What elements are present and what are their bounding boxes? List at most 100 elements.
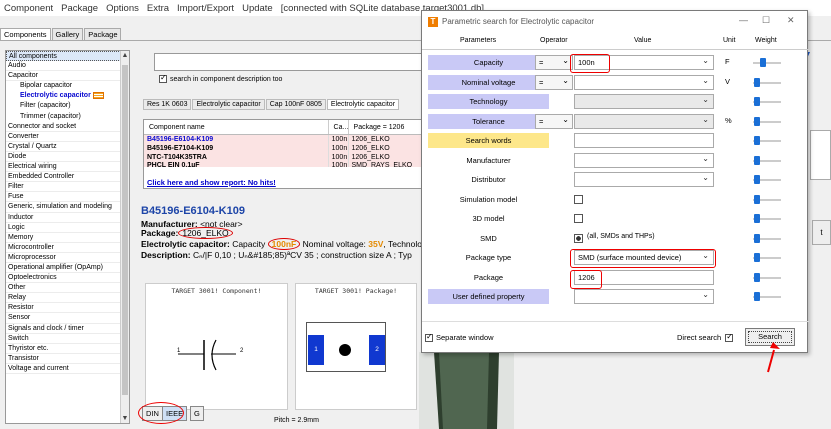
category-item[interactable]: Optoelectronics [6, 273, 129, 284]
weight-slider[interactable] [753, 58, 781, 67]
param-value-field[interactable] [574, 74, 714, 90]
weight-slider[interactable] [753, 116, 781, 126]
category-item[interactable]: Capacitor [6, 71, 129, 82]
category-subitem[interactable]: Trimmer (capacitor) [6, 112, 129, 122]
minimize-icon[interactable]: — [739, 15, 748, 25]
history-tab[interactable]: Cap 100nF 0805 [265, 99, 326, 110]
category-subitem-selected[interactable]: Electrolytic capacitor [6, 91, 129, 101]
scroll-down-icon[interactable]: ▼ [121, 415, 129, 422]
param-value-field[interactable] [574, 288, 714, 304]
weight-slider[interactable] [753, 97, 781, 106]
category-item[interactable]: Resistor [6, 303, 129, 314]
component-search-input[interactable] [154, 53, 424, 71]
table-row[interactable]: PHCL EIN 0,1µF 100n SMD_RAYS_ELKO [144, 162, 422, 167]
category-item[interactable]: Thyristor etc. [6, 344, 129, 354]
weight-slider[interactable] [753, 292, 781, 301]
category-scrollbar[interactable]: ▲ ▼ [120, 51, 129, 423]
weight-knob[interactable] [754, 97, 761, 106]
weight-knob[interactable] [754, 253, 761, 262]
operator-select[interactable]: = [535, 54, 573, 70]
category-item[interactable]: Relay [6, 293, 129, 304]
category-list[interactable]: All components Audio Capacitor Bipolar c… [5, 50, 130, 424]
category-item[interactable]: Signals and clock / timer [6, 324, 129, 334]
weight-knob[interactable] [754, 136, 761, 145]
report-link[interactable]: Click here and show report: No hits! [147, 178, 276, 187]
weight-knob[interactable] [754, 292, 761, 301]
category-item[interactable]: Voltage and current [6, 364, 129, 374]
separate-window-toggle[interactable]: Separate window [425, 332, 494, 342]
table-row[interactable]: NTC-T104K35TRA 100n 1206_ELKO [144, 153, 422, 162]
3d-view[interactable] [419, 352, 514, 429]
category-item[interactable]: Logic [6, 223, 129, 233]
scroll-thumb[interactable] [122, 65, 128, 395]
param-checkbox[interactable] [574, 194, 583, 204]
weight-knob[interactable] [754, 116, 761, 126]
category-item[interactable]: Embedded Controller [6, 172, 129, 183]
category-item[interactable]: Diode [6, 152, 129, 163]
weight-slider[interactable] [753, 272, 781, 282]
category-item[interactable]: Sensor [6, 313, 129, 324]
desc-search-toggle[interactable]: search in component description too [159, 73, 282, 83]
weight-knob[interactable] [754, 77, 761, 87]
history-tab[interactable]: Electrolytic capacitor [192, 99, 265, 110]
param-value-field[interactable] [574, 152, 714, 168]
weight-slider[interactable] [753, 136, 781, 145]
weight-slider[interactable] [753, 77, 781, 87]
direct-search-checkbox[interactable] [725, 332, 734, 342]
history-tab[interactable]: Res 1K 0603 [143, 99, 192, 110]
category-subitem[interactable]: Filter (capacitor) [6, 101, 129, 111]
menu-update[interactable]: Update [242, 3, 273, 14]
separate-window-checkbox[interactable] [425, 332, 433, 342]
category-item[interactable]: Audio [6, 61, 129, 72]
weight-slider[interactable] [753, 233, 781, 243]
menu-package[interactable]: Package [61, 3, 98, 14]
category-item[interactable]: Operational amplifier (OpAmp) [6, 263, 129, 274]
category-item[interactable]: Electrical wiring [6, 162, 129, 173]
weight-slider[interactable] [753, 155, 781, 165]
category-item[interactable]: Crystal / Quartz [6, 142, 129, 152]
tab-components[interactable]: Components [0, 28, 51, 40]
param-value-field[interactable] [574, 113, 714, 129]
col-header-capacity[interactable]: Ca... [329, 120, 349, 134]
weight-knob[interactable] [754, 272, 761, 282]
weight-knob[interactable] [754, 155, 761, 165]
category-item[interactable]: Generic, simulation and modeling [6, 202, 129, 213]
menu-component[interactable]: Component [4, 3, 53, 14]
category-item[interactable]: Other [6, 283, 129, 294]
scroll-up-icon[interactable]: ▲ [121, 52, 129, 59]
param-value-field[interactable] [574, 171, 714, 187]
weight-knob[interactable] [754, 233, 761, 243]
col-header-package[interactable]: Package = 1206 [349, 120, 422, 134]
weight-knob[interactable] [754, 214, 761, 223]
side-scroll-panel[interactable] [810, 130, 831, 180]
operator-select[interactable]: = [535, 113, 573, 129]
category-item[interactable]: Switch [6, 334, 129, 344]
category-item[interactable]: Connector and socket [6, 122, 129, 132]
weight-slider[interactable] [753, 253, 781, 262]
g-button[interactable]: G [190, 406, 204, 421]
tab-package[interactable]: Package [84, 28, 122, 40]
desc-search-checkbox[interactable] [159, 73, 167, 83]
param-value-field[interactable] [574, 93, 714, 109]
menu-extra[interactable]: Extra [147, 3, 169, 14]
weight-slider[interactable] [753, 214, 781, 223]
close-icon[interactable]: ✕ [787, 15, 795, 26]
category-item[interactable]: Transistor [6, 354, 129, 364]
col-header-name[interactable]: Component name [144, 120, 329, 134]
operator-select[interactable]: = [535, 74, 573, 90]
weight-slider[interactable] [753, 194, 781, 204]
weight-knob[interactable] [754, 175, 761, 184]
table-row[interactable]: B45196-E6104-K109 100n 1206_ELKO [144, 135, 422, 144]
param-value-field[interactable] [574, 133, 714, 148]
category-item[interactable]: All components [6, 51, 129, 62]
side-button[interactable]: t [812, 220, 831, 245]
category-subitem[interactable]: Bipolar capacitor [6, 81, 129, 91]
param-checkbox[interactable] [574, 214, 583, 223]
category-item[interactable]: Converter [6, 132, 129, 142]
menu-import-export[interactable]: Import/Export [177, 3, 234, 14]
category-item[interactable]: Fuse [6, 192, 129, 203]
category-item[interactable]: Microprocessor [6, 253, 129, 263]
weight-slider[interactable] [753, 175, 781, 184]
category-item[interactable]: Memory [6, 233, 129, 243]
category-item[interactable]: Filter [6, 182, 129, 193]
